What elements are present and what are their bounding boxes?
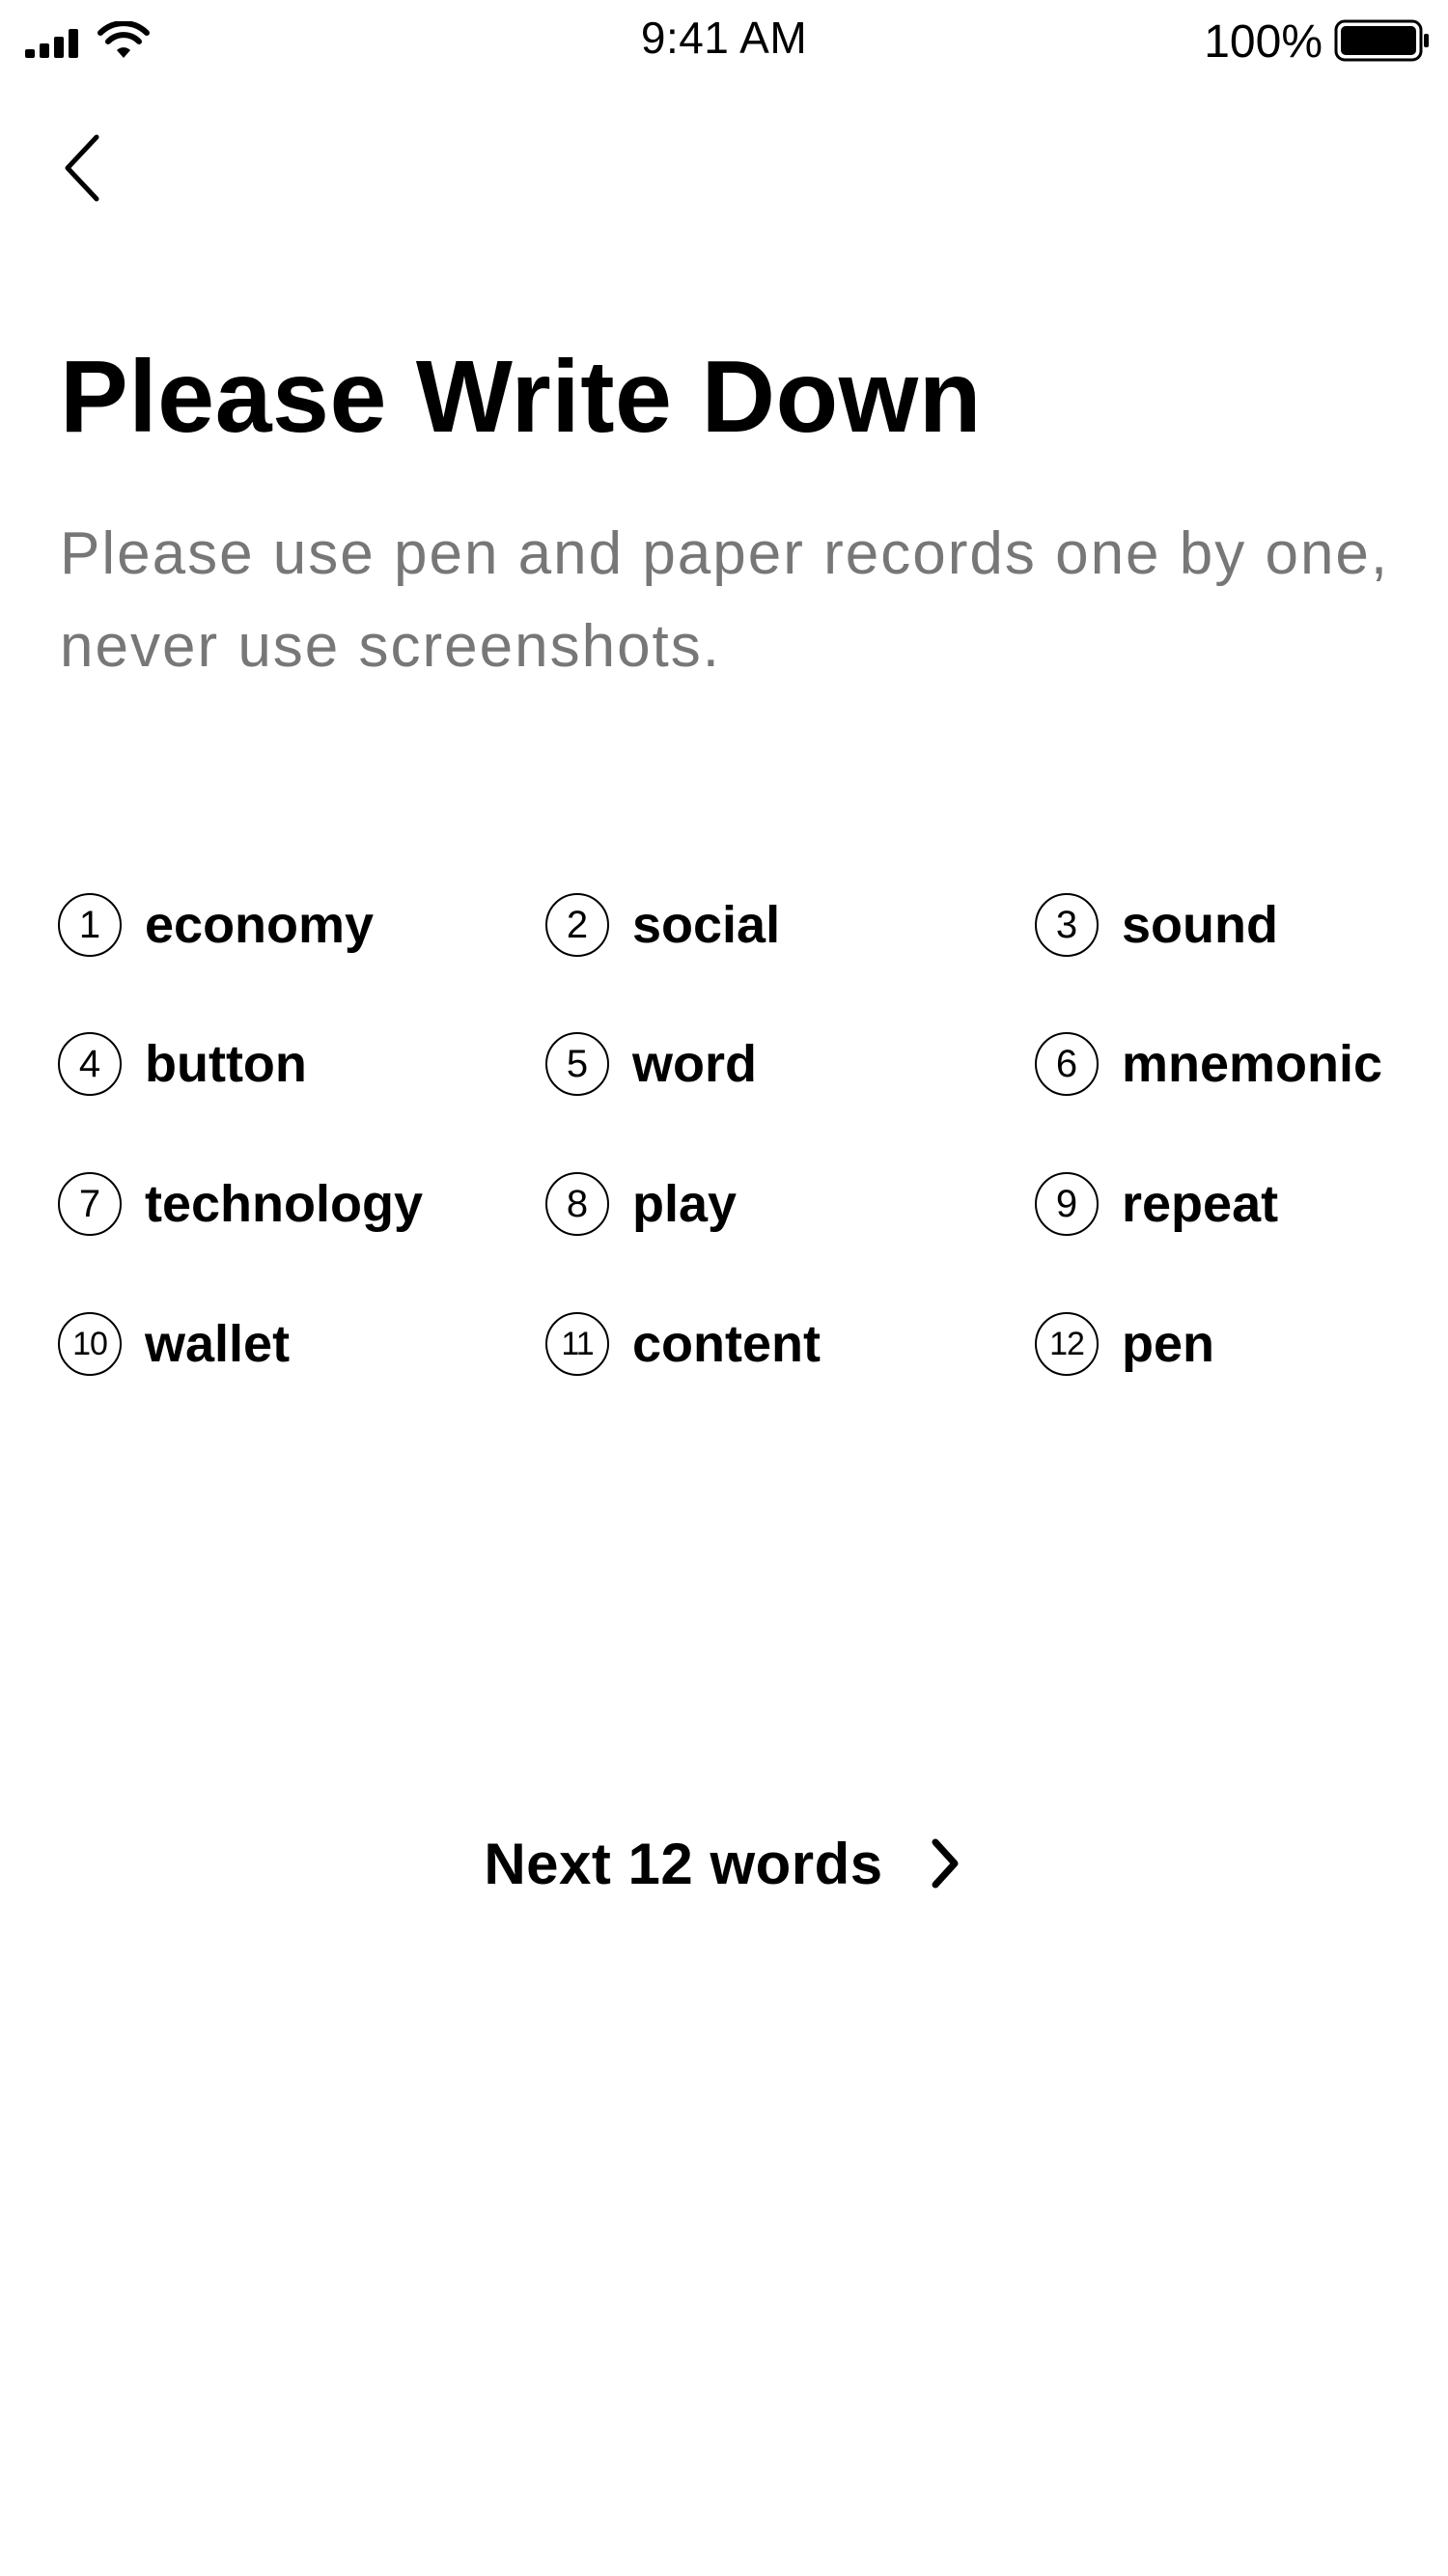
next-words-button[interactable]: Next 12 words bbox=[0, 1815, 1448, 1912]
mnemonic-word-item: 9 repeat bbox=[1035, 1169, 1278, 1239]
mnemonic-word: social bbox=[632, 896, 781, 954]
word-number-badge: 5 bbox=[545, 1032, 609, 1096]
mnemonic-word: mnemonic bbox=[1122, 1035, 1383, 1093]
word-number-badge: 9 bbox=[1035, 1172, 1099, 1236]
word-number-badge: 4 bbox=[58, 1032, 122, 1096]
chevron-right-icon bbox=[932, 1838, 959, 1889]
mnemonic-word-item: 12 pen bbox=[1035, 1309, 1214, 1379]
word-number-badge: 12 bbox=[1035, 1312, 1099, 1376]
mnemonic-word: technology bbox=[145, 1175, 424, 1233]
battery-icon bbox=[1334, 19, 1429, 62]
mnemonic-word-item: 10 wallet bbox=[58, 1309, 290, 1379]
mnemonic-word: word bbox=[632, 1035, 757, 1093]
mnemonic-word-item: 7 technology bbox=[58, 1169, 423, 1239]
mnemonic-word: repeat bbox=[1122, 1175, 1279, 1233]
next-words-label: Next 12 words bbox=[484, 1831, 883, 1896]
mnemonic-word-item: 11 content bbox=[545, 1309, 821, 1379]
mnemonic-word: button bbox=[145, 1035, 307, 1093]
mnemonic-word-item: 3 sound bbox=[1035, 890, 1278, 960]
mnemonic-word: sound bbox=[1122, 896, 1278, 954]
word-number-badge: 8 bbox=[545, 1172, 609, 1236]
mnemonic-word: economy bbox=[145, 896, 375, 954]
word-number-badge: 11 bbox=[545, 1312, 609, 1376]
mnemonic-word-item: 5 word bbox=[545, 1029, 757, 1099]
word-number-badge: 7 bbox=[58, 1172, 122, 1236]
back-button[interactable] bbox=[50, 124, 127, 220]
word-number-badge: 6 bbox=[1035, 1032, 1099, 1096]
mnemonic-word: wallet bbox=[145, 1315, 291, 1373]
mnemonic-word-item: 2 social bbox=[545, 890, 780, 960]
mnemonic-word-item: 1 economy bbox=[58, 890, 374, 960]
mnemonic-word-item: 8 play bbox=[545, 1169, 737, 1239]
page-title: Please Write Down bbox=[60, 340, 982, 454]
word-number-badge: 3 bbox=[1035, 893, 1099, 957]
mnemonic-word-item: 6 mnemonic bbox=[1035, 1029, 1382, 1099]
chevron-left-icon bbox=[65, 134, 99, 202]
word-number-badge: 1 bbox=[58, 893, 122, 957]
page-subtitle: Please use pen and paper records one by … bbox=[60, 520, 1390, 680]
mnemonic-word: pen bbox=[1122, 1315, 1215, 1373]
word-number-badge: 10 bbox=[58, 1312, 122, 1376]
word-number-badge: 2 bbox=[545, 893, 609, 957]
mnemonic-word: play bbox=[632, 1175, 738, 1233]
status-bar: 9:41 AM 100% bbox=[0, 0, 1448, 79]
mnemonic-word-item: 4 button bbox=[58, 1029, 307, 1099]
mnemonic-word: content bbox=[632, 1315, 821, 1373]
battery-percentage: 100% bbox=[1204, 16, 1323, 68]
